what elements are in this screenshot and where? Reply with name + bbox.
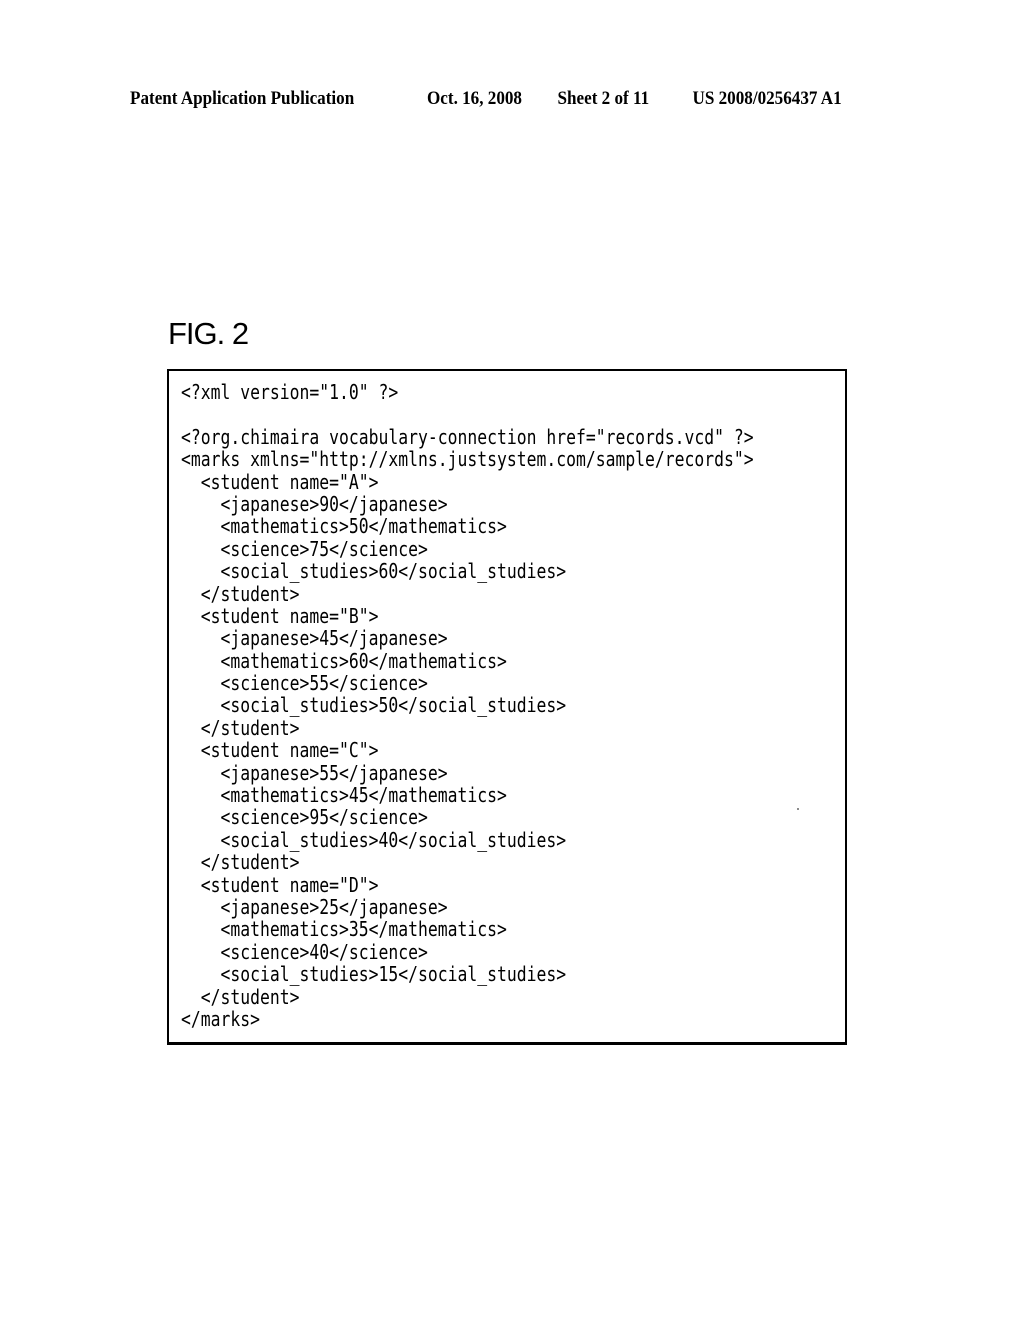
code-line: <student name="A"> — [181, 469, 379, 494]
code-line: </student> — [181, 850, 300, 875]
patent-number: US 2008/0256437 A1 — [692, 88, 842, 109]
code-line: <science>95</science> — [181, 805, 428, 830]
code-line: <science>55</science> — [181, 671, 428, 696]
code-line: <social_studies>60</social_studies> — [181, 559, 567, 584]
code-line: <student name="B"> — [181, 603, 379, 628]
code-line: <?org.chimaira vocabulary-connection hre… — [181, 424, 754, 449]
code-line: <marks xmlns="http://xmlns.justsystem.co… — [181, 447, 754, 472]
code-line: <science>40</science> — [181, 939, 428, 964]
scan-speck — [797, 808, 799, 810]
xml-code-box: <?xml version="1.0" ?> <?org.chimaira voc… — [167, 369, 847, 1045]
code-line: <japanese>25</japanese> — [181, 894, 448, 919]
code-line: <?xml version="1.0" ?> — [181, 380, 399, 404]
publication-date: Oct. 16, 2008 — [427, 88, 522, 109]
code-line: <japanese>90</japanese> — [181, 491, 448, 516]
code-line: <mathematics>45</mathematics> — [181, 783, 507, 808]
code-line: <mathematics>35</mathematics> — [181, 917, 507, 942]
page-header: Patent Application Publication Oct. 16, … — [130, 88, 842, 116]
code-line: <mathematics>60</mathematics> — [181, 648, 507, 673]
code-line: <student name="C"> — [181, 738, 379, 763]
code-line: <japanese>45</japanese> — [181, 626, 448, 651]
code-line: <student name="D"> — [181, 872, 379, 897]
sheet-number: Sheet 2 of 11 — [557, 88, 650, 109]
publication-type: Patent Application Publication — [130, 88, 355, 109]
code-line: </student> — [181, 715, 300, 740]
code-line: </student> — [181, 984, 300, 1009]
code-line: </student> — [181, 581, 300, 606]
code-line: <mathematics>50</mathematics> — [181, 514, 507, 539]
figure-label: FIG. 2 — [168, 316, 249, 351]
code-line: <science>75</science> — [181, 536, 428, 561]
code-line: <social_studies>15</social_studies> — [181, 962, 567, 987]
code-line: </marks> — [181, 1006, 260, 1031]
xml-code-listing: <?xml version="1.0" ?> <?org.chimaira voc… — [181, 380, 754, 1031]
code-line: <social_studies>50</social_studies> — [181, 693, 567, 718]
code-line: <japanese>55</japanese> — [181, 760, 448, 785]
code-line: <social_studies>40</social_studies> — [181, 827, 567, 852]
